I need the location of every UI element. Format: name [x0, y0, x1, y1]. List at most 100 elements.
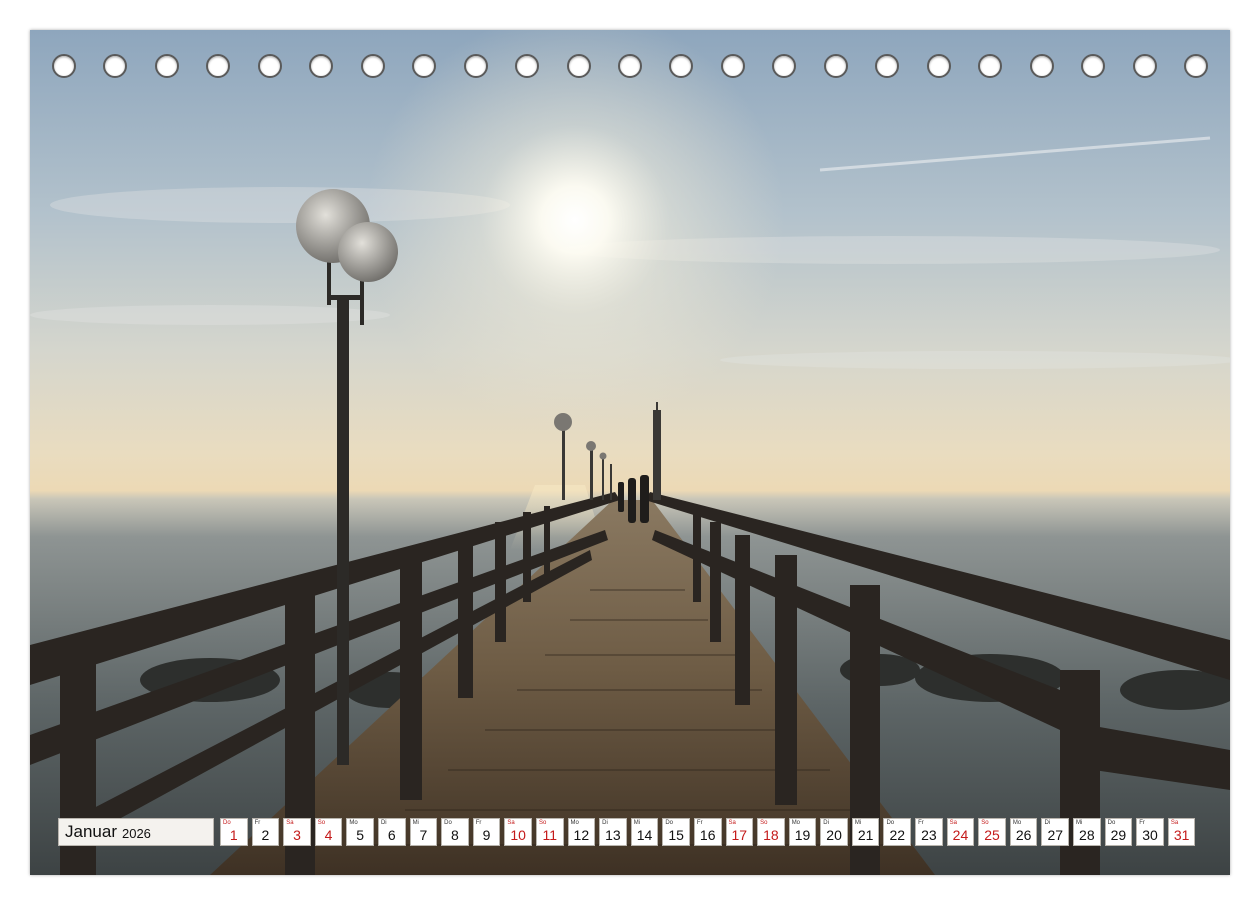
binding-hole — [926, 54, 951, 78]
weekday-label: Mi — [412, 820, 419, 826]
day-cells: Do 1 Fr 2 Sa 3 So 4 Mo 5 Di 6 Mi 7 Do 8 Fr 9 Sa 10 So 11 Mo 12 D… — [220, 818, 1196, 848]
day-number: 16 — [699, 827, 716, 843]
day-cell: Mi 21 — [851, 818, 880, 846]
binding-hole — [103, 54, 128, 78]
day-cell: Fr 2 — [251, 818, 280, 846]
binding-hole — [566, 54, 591, 78]
weekday-label: Sa — [1170, 820, 1179, 826]
day-cell: Fr 16 — [693, 818, 722, 846]
binding-hole — [463, 54, 488, 78]
day-cell: Mi 28 — [1073, 818, 1101, 846]
weekday-label: So — [981, 820, 989, 826]
binding-hole — [617, 54, 642, 78]
weekday-label: Di — [380, 820, 387, 826]
binding-hole — [1132, 54, 1157, 78]
day-cell: So 4 — [314, 818, 343, 846]
day-cell: Mo 19 — [788, 818, 817, 846]
day-cell: Fr 23 — [915, 818, 943, 846]
day-number: 27 — [1047, 827, 1064, 843]
day-number: 15 — [668, 827, 684, 843]
day-number: 8 — [451, 827, 459, 843]
day-cell: Mi 14 — [630, 818, 659, 846]
day-number: 24 — [952, 827, 969, 843]
weekday-label: Di — [602, 820, 608, 826]
binding-hole — [1081, 54, 1106, 78]
month-year: 2026 — [121, 825, 151, 841]
day-number: 4 — [324, 827, 333, 843]
day-number: 23 — [921, 827, 937, 843]
binding-hole — [1183, 54, 1208, 78]
day-number: 31 — [1173, 827, 1190, 843]
binding-hole — [257, 54, 282, 78]
weekday-label: Fr — [696, 820, 703, 826]
day-cell: Sa 17 — [725, 818, 754, 846]
calendar-page: Januar 2026 Do 1 Fr 2 Sa 3 So 4 Mo 5 Di 6 Mi 7 Do 8 Fr 9 S… — [30, 30, 1230, 875]
weekday-label: Sa — [728, 820, 736, 826]
binding-hole — [412, 54, 437, 78]
weekday-label: Fr — [475, 820, 482, 826]
day-cell: Di 27 — [1041, 818, 1070, 846]
day-cell: Mi 7 — [409, 818, 438, 846]
day-cell: Do 22 — [883, 818, 912, 846]
day-cell: Di 13 — [599, 818, 627, 846]
weekday-label: Mi — [854, 820, 862, 826]
day-cell: Mo 5 — [346, 818, 374, 846]
binding-hole — [720, 54, 745, 78]
weekday-label: So — [538, 820, 547, 826]
binding-hole — [515, 54, 540, 78]
day-number: 20 — [826, 827, 842, 843]
binding-hole — [978, 54, 1003, 78]
day-cell: Do 29 — [1104, 818, 1133, 846]
weekday-label: Fr — [254, 820, 261, 826]
weekday-label: Do — [444, 820, 452, 826]
day-number: 22 — [889, 827, 906, 843]
day-number: 13 — [605, 827, 621, 843]
day-cell: Di 6 — [377, 818, 406, 846]
day-number: 6 — [387, 827, 396, 843]
day-number: 7 — [419, 827, 428, 843]
weekday-label: Di — [823, 820, 829, 826]
day-cell: So 25 — [978, 818, 1006, 846]
binding-hole — [52, 54, 76, 78]
day-number: 17 — [731, 827, 748, 843]
day-cell: Do 1 — [220, 818, 248, 846]
binding-hole — [154, 54, 179, 78]
day-number: 19 — [794, 827, 811, 843]
day-number: 11 — [542, 827, 557, 843]
day-number: 2 — [261, 827, 270, 843]
day-number: 10 — [510, 827, 526, 843]
month-label: Januar 2026 — [58, 818, 214, 846]
day-number: 9 — [482, 827, 491, 843]
day-cell: Sa 3 — [283, 818, 311, 846]
day-number: 14 — [636, 827, 653, 843]
binding-hole — [206, 54, 231, 78]
day-cell: Fr 9 — [472, 818, 501, 846]
day-number: 3 — [293, 827, 301, 843]
weekday-label: Mo — [791, 820, 801, 826]
day-cell: Di 20 — [820, 818, 848, 846]
binding-hole — [360, 54, 385, 78]
weekday-label: Sa — [949, 820, 957, 826]
month-name: Januar — [65, 822, 117, 841]
day-number: 25 — [984, 827, 1000, 843]
weekday-label: Do — [886, 820, 895, 826]
weekday-label: Mi — [1076, 820, 1083, 826]
day-cell: Fr 30 — [1136, 818, 1164, 846]
day-number: 30 — [1142, 827, 1158, 843]
weekday-label: So — [760, 820, 768, 826]
pier-photo — [30, 30, 1230, 875]
weekday-label: Do — [1107, 820, 1116, 826]
calendar-strip: Januar 2026 Do 1 Fr 2 Sa 3 So 4 Mo 5 Di 6 Mi 7 Do 8 Fr 9 S… — [58, 818, 1196, 848]
weekday-label: Di — [1044, 820, 1051, 826]
binding-holes — [30, 54, 1230, 80]
day-cell: Do 15 — [662, 818, 690, 846]
weekday-label: Mo — [1012, 820, 1022, 826]
day-cell: Sa 10 — [504, 818, 532, 846]
day-number: 12 — [573, 827, 590, 843]
day-number: 5 — [356, 827, 365, 843]
day-number: 29 — [1110, 827, 1127, 843]
day-cell: So 18 — [757, 818, 785, 846]
weekday-label: Do — [665, 820, 673, 826]
day-number: 21 — [857, 827, 874, 843]
weekday-label: Mo — [349, 820, 358, 826]
